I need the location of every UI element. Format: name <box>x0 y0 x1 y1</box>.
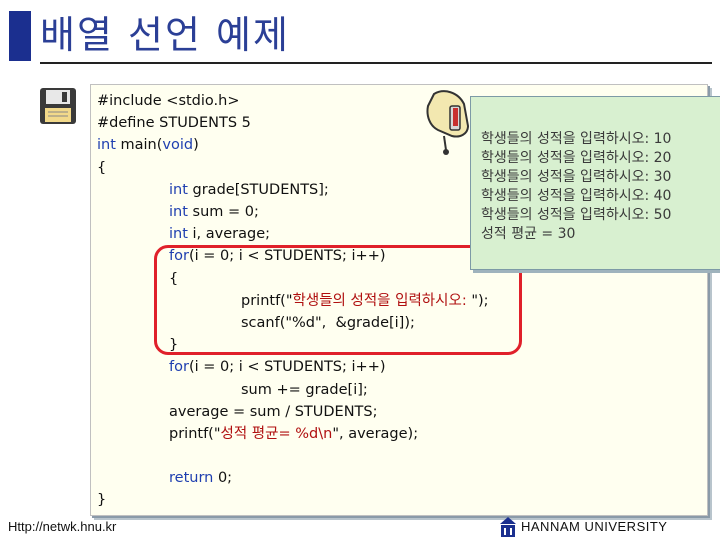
code-line-for-sum: for(i = 0; i < STUDENTS; i++) <box>169 359 386 375</box>
output-line: 학생들의 성적을 입력하시오: 20 <box>481 150 672 166</box>
university-logo-icon <box>500 517 516 537</box>
output-line: 학생들의 성적을 입력하시오: 50 <box>481 207 672 223</box>
code-line-define: #define STUDENTS 5 <box>97 115 251 131</box>
footer-university: HANNAM UNIVERSITY <box>521 519 668 534</box>
output-line: 학생들의 성적을 입력하시오: 10 <box>481 131 672 147</box>
code-line-i-decl: int i, average; <box>169 226 271 242</box>
code-line-close-brace: } <box>97 492 107 508</box>
page-title: 배열 선언 예제 <box>40 13 290 57</box>
output-line-average: 성적 평균 = 30 <box>481 226 576 242</box>
code-line-main: int main(void) <box>97 137 199 153</box>
code-line-sum-decl: int sum = 0; <box>169 204 259 220</box>
pointing-hand-icon <box>426 90 470 155</box>
title-divider <box>40 62 712 64</box>
code-line-sum-add: sum += grade[i]; <box>241 382 368 398</box>
code-line-average: average = sum / STUDENTS; <box>169 404 378 420</box>
code-line-grade-decl: int grade[STUDENTS]; <box>169 182 329 198</box>
code-line-return: return 0; <box>169 470 233 486</box>
output-line: 학생들의 성적을 입력하시오: 30 <box>481 169 672 185</box>
input-loop-highlight <box>154 245 522 355</box>
floppy-disk-icon <box>40 88 76 124</box>
program-output-console: 학생들의 성적을 입력하시오: 10 학생들의 성적을 입력하시오: 20 학생… <box>470 96 720 270</box>
footer-url: Http://netwk.hnu.kr <box>8 519 117 534</box>
code-line-open-brace: { <box>97 160 107 176</box>
code-line-printf-average: printf("성적 평균= %d\n", average); <box>169 426 419 442</box>
code-line-include: #include <stdio.h> <box>97 93 240 109</box>
title-accent-bar <box>9 11 31 61</box>
output-line: 학생들의 성적을 입력하시오: 40 <box>481 188 672 204</box>
